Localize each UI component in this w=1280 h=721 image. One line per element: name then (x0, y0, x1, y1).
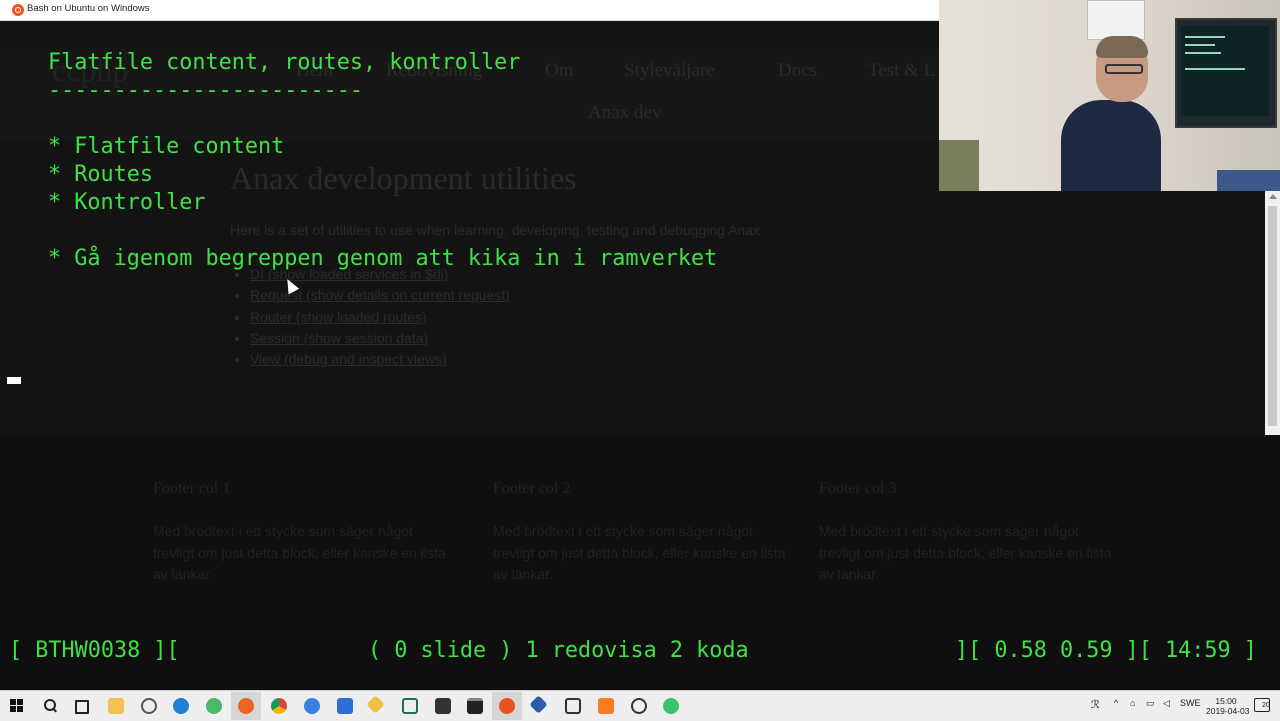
ghost-footer-heading: Footer col 2 (493, 480, 571, 497)
ghost-link: Router (show loaded routes) (250, 307, 510, 328)
monitor-text-line (1185, 68, 1245, 70)
status-host: [ BTHW0038 ][ (9, 638, 180, 663)
notification-count: 20 (1262, 702, 1270, 709)
monitor-text-line (1185, 52, 1221, 54)
ghost-footer-col: Footer col 2 Med brödtext i ett stycke s… (493, 478, 793, 585)
xampp-icon[interactable] (598, 698, 614, 714)
network-icon[interactable]: ⌂ (1130, 698, 1135, 708)
slide-bullet: * Flatfile content (48, 134, 285, 159)
ghost-footer-heading: Footer col 3 (819, 480, 897, 497)
ghost-link-list: DI (show loaded services in $di) Request… (232, 264, 510, 370)
app-green2-icon[interactable] (663, 698, 679, 714)
status-load-clock: ][ 0.58 0.59 ][ 14:59 ] (955, 638, 1257, 663)
ubuntu-taskbar-icon[interactable] (499, 698, 515, 714)
task-view-icon[interactable] (75, 700, 89, 714)
slide-title: Flatfile content, routes, kontroller (48, 50, 521, 75)
people-icon[interactable]: ℛ (1091, 698, 1100, 711)
ghost-link: View (debug and inspect views) (250, 349, 510, 370)
ghost-footer-text: Med brödtext i ett stycke som säger någo… (819, 523, 1112, 582)
cmd-icon[interactable] (467, 698, 483, 714)
ghost-intro: Here is a set of utilities to use when l… (230, 222, 764, 238)
webcam-monitor-screen (1181, 26, 1269, 116)
ghost-subnav: Anax dev (588, 102, 662, 123)
ghost-nav-item: Docs (778, 60, 818, 81)
webcam-plant (939, 140, 979, 191)
slide-bullet: * Kontroller (48, 190, 206, 215)
terminal-cursor (7, 377, 21, 384)
terminal-scrollbar[interactable] (1265, 190, 1280, 435)
battery-icon[interactable]: ▭ (1146, 698, 1155, 709)
monitor-text-line (1185, 44, 1215, 46)
window-title-bar[interactable]: Bash on Ubuntu on Windows (0, 0, 939, 21)
scrollbar-thumb[interactable] (1268, 206, 1277, 426)
ghost-footer-text: Med brödtext i ett stycke som säger någo… (493, 523, 786, 582)
firefox-icon[interactable] (238, 698, 254, 714)
status-windows: ( 0 slide ) 1 redovisa 2 koda (368, 638, 749, 663)
tray-date: 2019-04-03 (1206, 706, 1250, 716)
search-icon[interactable] (43, 698, 59, 714)
obs-icon[interactable] (631, 698, 647, 714)
slide-bullet: * Gå igenom begreppen genom att kika in … (48, 246, 718, 271)
ghost-footer-col: Footer col 1 Med brödtext i ett stycke s… (153, 478, 453, 585)
ghost-footer-col: Footer col 3 Med brödtext i ett stycke s… (819, 478, 1119, 585)
presenter-hair (1096, 36, 1148, 58)
ghost-nav-item: Styleväljare (624, 60, 715, 81)
app-icon[interactable] (565, 698, 581, 714)
terminal-icon[interactable] (435, 698, 451, 714)
tray-clock[interactable]: 15:00 2019-04-03 (1206, 696, 1250, 716)
ubuntu-icon (12, 4, 24, 16)
editor-icon[interactable] (402, 698, 418, 714)
presenter-glasses (1105, 64, 1143, 74)
file-explorer-icon[interactable] (108, 698, 124, 714)
presenter-body (1061, 100, 1161, 191)
slide-bullet: * Routes (48, 162, 153, 187)
settings-icon[interactable] (141, 698, 157, 714)
monitor-text-line (1185, 36, 1225, 38)
ghost-nav-item: Test & L (868, 60, 936, 81)
volume-icon[interactable]: ◁ (1163, 698, 1170, 709)
chrome-icon[interactable] (271, 698, 287, 714)
tray-time: 15:00 (1215, 696, 1237, 706)
slide-title-underline: ------------------------ (48, 78, 363, 103)
ghost-nav-item: Om (545, 60, 574, 81)
ghost-link: Session (show session data) (250, 328, 510, 349)
edge-icon[interactable] (173, 698, 189, 714)
app-green-icon[interactable] (206, 698, 222, 714)
webcam-monitor (1175, 18, 1277, 128)
tray-language[interactable]: SWE (1180, 698, 1201, 708)
ghost-footer-text: Med brödtext i ett stycke som säger någo… (153, 523, 446, 582)
windows-start-icon[interactable] (10, 699, 24, 713)
scroll-up-arrow-icon[interactable] (1269, 194, 1277, 199)
ghost-heading: Anax development utilities (230, 160, 577, 196)
ghost-browser-toolbar (0, 20, 940, 50)
ghost-footer-heading: Footer col 1 (153, 480, 231, 497)
window-title: Bash on Ubuntu on Windows (27, 3, 150, 14)
tray-chevron-up-icon[interactable]: ^ (1114, 698, 1118, 708)
chrome-blue-icon[interactable] (304, 698, 320, 714)
webcam-whiteboard (1087, 0, 1145, 40)
store-icon[interactable] (337, 698, 353, 714)
webcam-overlay (939, 0, 1280, 191)
webcam-desk-item (1217, 170, 1280, 191)
